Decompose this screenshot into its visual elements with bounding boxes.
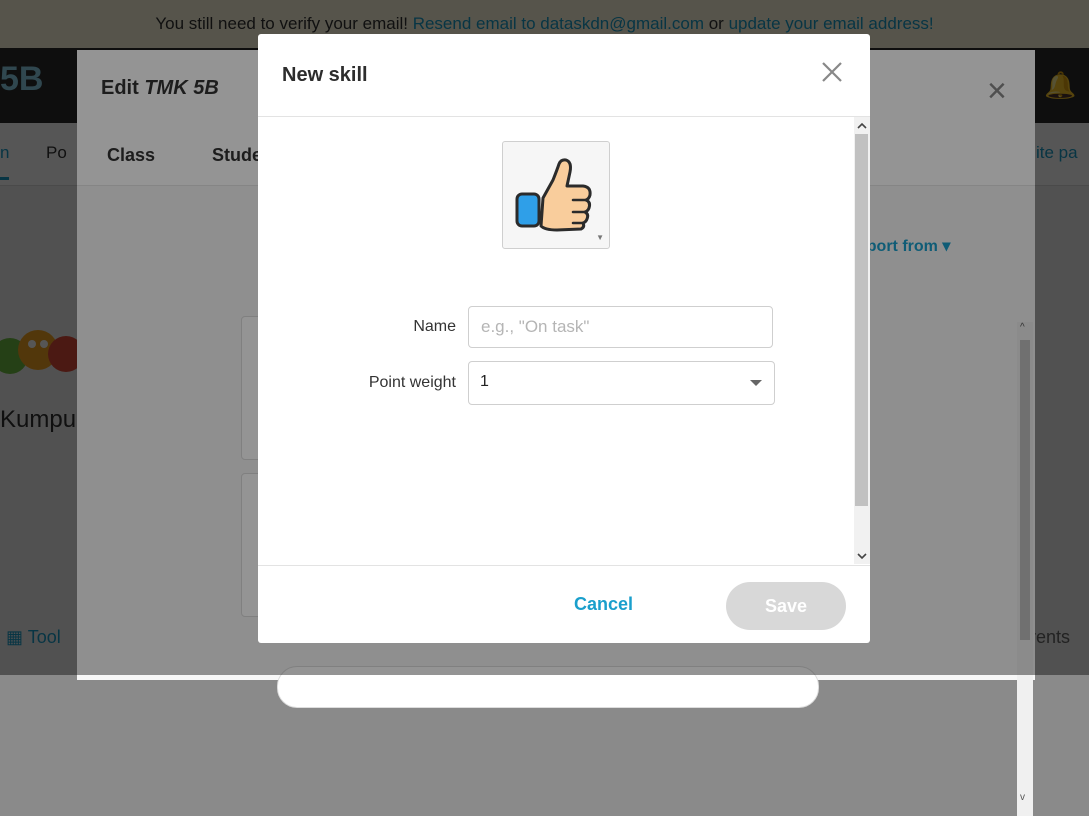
close-icon[interactable] — [820, 60, 844, 84]
scroll-down-icon[interactable] — [857, 551, 867, 561]
name-label: Name — [413, 318, 456, 335]
scrollbar-thumb[interactable] — [855, 134, 868, 506]
cancel-button[interactable]: Cancel — [574, 594, 633, 615]
dialog-footer: Cancel Save — [258, 565, 870, 643]
point-weight-label: Point weight — [368, 374, 456, 391]
point-weight-select[interactable]: 1 — [468, 361, 775, 405]
dropdown-arrow-icon — [750, 380, 762, 386]
dialog-header: New skill — [258, 34, 870, 117]
skill-icon-picker[interactable]: ▼ — [502, 141, 610, 249]
dialog-scrollbar[interactable] — [854, 117, 870, 564]
point-weight-value: 1 — [480, 373, 489, 390]
save-button[interactable]: Save — [726, 582, 846, 630]
scroll-up-icon[interactable] — [857, 121, 867, 131]
caret-down-icon: ▼ — [596, 233, 604, 242]
dialog-body: ▼ Name Point weight 1 — [258, 117, 854, 564]
new-skill-dialog: New skill ▼ Name Point weight 1 — [258, 34, 870, 643]
skill-name-input[interactable] — [468, 306, 773, 348]
dialog-title: New skill — [282, 64, 368, 86]
scroll-down-icon[interactable]: v — [1020, 792, 1025, 803]
thumbs-up-icon — [515, 158, 592, 232]
